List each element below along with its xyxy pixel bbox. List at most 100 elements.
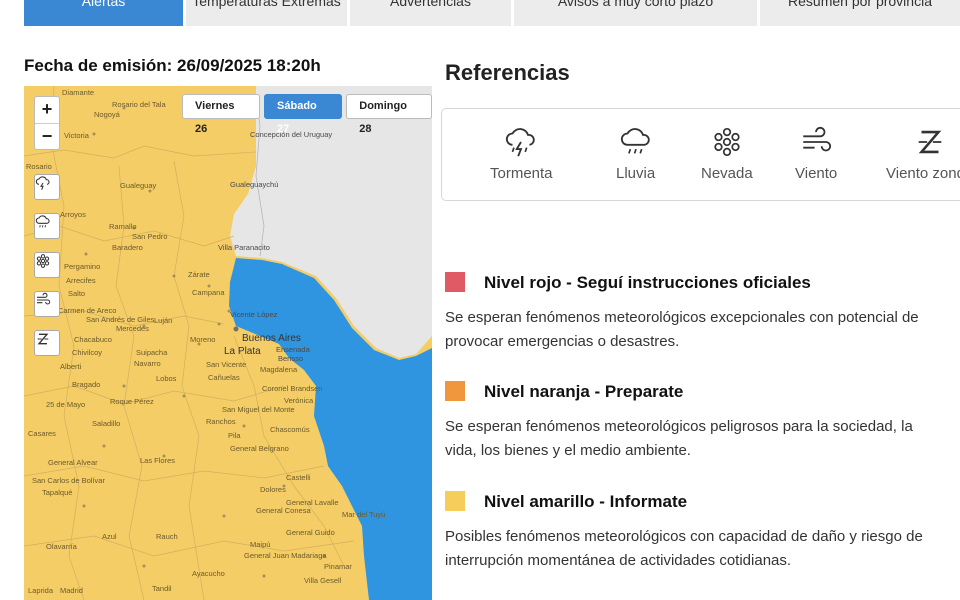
place-label: Olavarría	[46, 542, 77, 551]
place-label: General Guido	[286, 528, 335, 537]
place-label: Carmen de Areco	[58, 306, 117, 315]
reference-label: Tormenta	[490, 165, 553, 182]
tab-advertencias[interactable]: Advertencias	[350, 0, 514, 26]
layer-snow-button[interactable]	[34, 252, 60, 278]
level-description: interrupción momentánea de actividades c…	[445, 552, 792, 569]
place-label: Berisso	[278, 354, 304, 363]
place-label: Baradero	[112, 243, 143, 252]
zoom-out-button[interactable]: −	[35, 123, 59, 149]
storm-icon	[35, 176, 50, 190]
place-label: Mercedes	[116, 324, 149, 333]
day-tab-viernes[interactable]: Viernes 26	[182, 94, 261, 135]
place-label: Villa Paranacito	[218, 243, 270, 252]
place-label: Gualeguay	[120, 181, 157, 190]
zonda-wind-icon	[37, 333, 49, 345]
place-label: Verónica	[284, 396, 314, 405]
tab-resumen-provincia[interactable]: Resumen por provincia	[760, 0, 960, 26]
storm-icon	[506, 128, 535, 157]
place-label: San Pedro	[132, 232, 168, 241]
place-label: Tandil	[152, 584, 172, 593]
wind-icon	[803, 126, 832, 152]
tab-avisos-corto-plazo[interactable]: Avisos a muy corto plazo	[514, 0, 760, 26]
place-label: Roque Pérez	[110, 397, 154, 406]
tab-temperaturas-extremas[interactable]: Temperaturas Extremas	[186, 0, 350, 26]
issue-date: Fecha de emisión: 26/09/2025 18:20h	[24, 56, 321, 75]
place-label: Chivilcoy	[72, 348, 103, 357]
place-label: Zárate	[188, 270, 210, 279]
zoom-in-button[interactable]: +	[35, 97, 59, 123]
place-label: Vicente López	[230, 310, 278, 319]
place-label: Las Flores	[140, 456, 176, 465]
zonda-wind-icon	[918, 130, 941, 154]
place-label: Arroyos	[60, 210, 86, 219]
snow-icon	[714, 127, 740, 157]
alert-map[interactable]: Diamante Rosario del Tala Nogoyá Victori…	[24, 86, 432, 600]
level-description: Posibles fenómenos meteorológicos con ca…	[445, 528, 923, 545]
place-label: Chascomús	[270, 425, 310, 434]
place-label: Chacabuco	[74, 335, 112, 344]
place-label: Nogoyá	[94, 110, 120, 119]
reference-label: Viento	[795, 165, 838, 182]
place-label: General Juan Madariaga	[244, 551, 327, 560]
place-label: La Plata	[224, 346, 261, 357]
place-label: Moreno	[190, 335, 216, 344]
place-label: Laprida	[28, 586, 54, 595]
reference-rain: Lluvia	[616, 125, 655, 182]
layer-wind-button[interactable]	[34, 291, 60, 317]
place-label: Castelli	[286, 473, 311, 482]
level-description: provocar emergencias o desastres.	[445, 333, 680, 350]
place-label: Cañuelas	[208, 373, 240, 382]
layer-zonda-button[interactable]	[34, 330, 60, 356]
snow-icon	[36, 254, 50, 268]
place-label: Bragado	[72, 380, 101, 389]
level-swatch	[445, 381, 465, 401]
place-label: Rosario del Tala	[112, 100, 166, 109]
place-label: Suipacha	[136, 348, 168, 357]
place-label: Pergamino	[64, 262, 101, 271]
place-label: Diamante	[62, 88, 95, 97]
references-box: Tormenta Lluvia Nevada Viento Viento zon…	[441, 108, 960, 201]
place-label: Ayacucho	[192, 569, 225, 578]
place-label: Victoria	[64, 131, 89, 140]
place-label: General Alvear	[48, 458, 98, 467]
references-title: Referencias	[445, 60, 570, 85]
level-description: Se esperan fenómenos meteorológicos peli…	[445, 418, 913, 435]
place-label: Tapalqué	[42, 488, 73, 497]
place-label: Pinamar	[324, 562, 352, 571]
wind-icon	[37, 292, 51, 305]
level-swatch	[445, 491, 465, 511]
level-description: vida, los bienes y el medio ambiente.	[445, 442, 691, 459]
place-label: Saladillo	[92, 419, 121, 428]
place-label: Azul	[102, 532, 117, 541]
tab-alertas[interactable]: Alertas	[24, 0, 186, 26]
layer-rain-button[interactable]	[34, 213, 60, 239]
place-label: Rosario	[26, 162, 52, 171]
place-label: Buenos Aires	[242, 333, 301, 344]
level-swatch	[445, 272, 465, 292]
reference-wind: Viento	[795, 125, 837, 182]
place-label: Coronel Brandsen	[262, 384, 323, 393]
reference-snow: Nevada	[701, 125, 753, 182]
place-label: San Andrés de Giles	[86, 315, 155, 324]
place-label: Maipú	[250, 540, 271, 549]
reference-storm: Tormenta	[490, 125, 553, 182]
place-label: Gualeguaychú	[230, 180, 279, 189]
zoom-control: + −	[34, 96, 60, 150]
level-title: Nivel amarillo - Informate	[484, 492, 688, 511]
layer-storm-button[interactable]	[34, 174, 60, 200]
reference-label: Viento zonda	[886, 165, 960, 182]
place-label: Luján	[154, 316, 173, 325]
place-label: Ensenada	[276, 345, 310, 354]
reference-label: Lluvia	[616, 165, 656, 182]
day-tab-domingo[interactable]: Domingo 28	[346, 94, 432, 135]
place-label: Rauch	[156, 532, 178, 541]
place-label: Alberti	[60, 362, 82, 371]
place-label: Campana	[192, 288, 225, 297]
place-label: Madrid	[60, 586, 83, 595]
day-tab-sabado[interactable]: Sábado 27	[264, 94, 343, 135]
rain-icon	[35, 215, 50, 228]
rain-icon	[620, 128, 650, 154]
place-label: Villa Gesell	[304, 576, 342, 585]
place-label: General Belgrano	[230, 444, 289, 453]
reference-zonda-wind: Viento zonda	[886, 125, 960, 182]
